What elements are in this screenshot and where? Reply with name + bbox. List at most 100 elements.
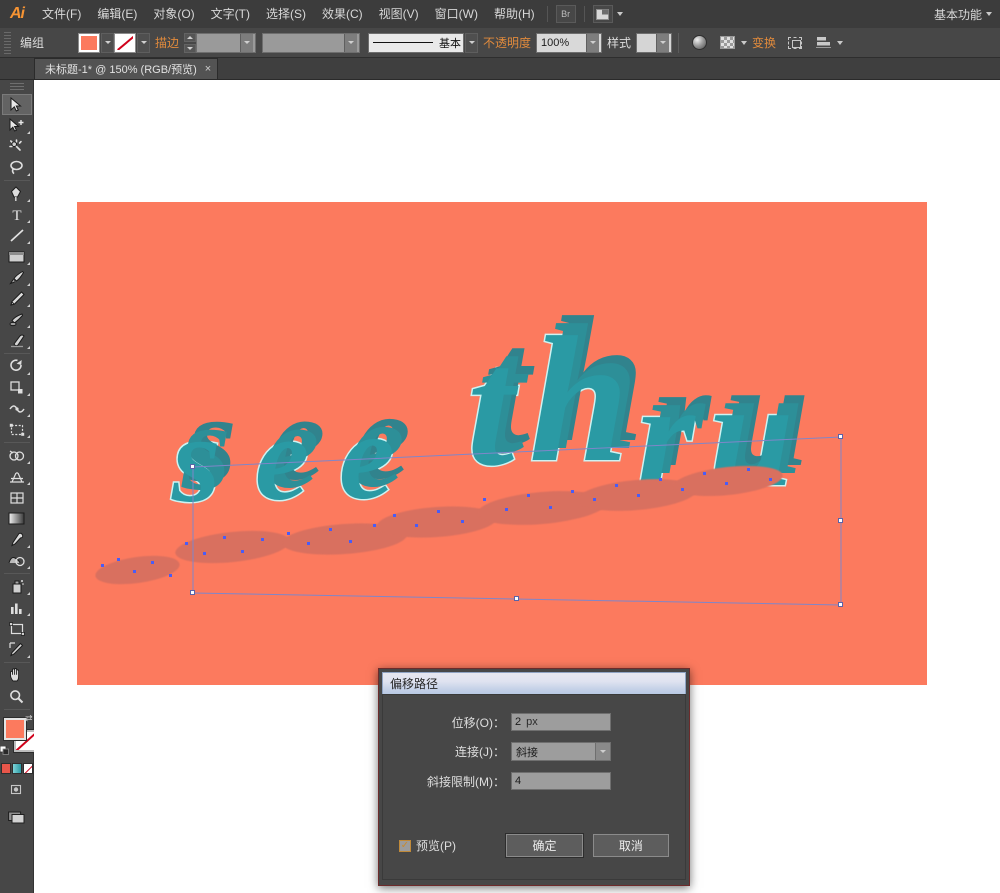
brush-definition-select[interactable]: 基本 (368, 32, 465, 53)
swap-fill-stroke-icon[interactable]: ⇄ (25, 713, 33, 724)
opacity-sphere-icon[interactable] (688, 33, 710, 53)
selection-handle[interactable] (838, 434, 843, 439)
preview-checkbox-box[interactable]: ✓ (399, 839, 411, 852)
toolbar-fill-swatch[interactable] (3, 718, 26, 740)
artboard-tool[interactable] (2, 618, 32, 639)
hand-tool[interactable] (2, 665, 32, 686)
column-graph-tool[interactable] (2, 597, 32, 618)
artwork-see-thru[interactable]: s e e t h r u (77, 202, 927, 685)
menu-file[interactable]: 文件(F) (34, 0, 89, 28)
type-tool[interactable]: T (2, 204, 32, 225)
zoom-tool[interactable] (2, 686, 32, 707)
dialog-title-bar[interactable]: 偏移路径 (382, 672, 686, 694)
join-row: 连接(J)： 斜接 (399, 742, 669, 761)
transform-label[interactable]: 变换 (747, 34, 781, 51)
pencil-tool[interactable] (2, 288, 32, 309)
shape-builder-tool[interactable] (2, 445, 32, 466)
workspace-name: 基本功能 (933, 7, 982, 22)
arrange-documents-caret[interactable] (616, 12, 623, 16)
blob-brush-tool[interactable] (2, 309, 32, 330)
shadow-path[interactable] (93, 551, 182, 589)
bridge-icon[interactable]: Br (555, 5, 576, 23)
stroke-profile-select[interactable] (262, 32, 361, 53)
menu-object[interactable]: 对象(O) (145, 0, 202, 28)
join-caret-icon[interactable] (595, 743, 610, 760)
menu-help[interactable]: 帮助(H) (486, 0, 543, 28)
tools-panel-grip[interactable] (9, 83, 24, 92)
free-transform-tool[interactable] (2, 419, 32, 440)
rotate-tool[interactable] (2, 356, 32, 377)
lasso-tool[interactable] (2, 157, 32, 178)
stroke-weight-input[interactable] (196, 32, 257, 53)
stroke-swatch[interactable] (114, 32, 136, 53)
menu-edit[interactable]: 编辑(E) (89, 0, 145, 28)
opacity-value: 100% (541, 36, 570, 49)
menu-type[interactable]: 文字(T) (203, 0, 258, 28)
paintbrush-tool[interactable] (2, 267, 32, 288)
scale-tool[interactable] (2, 377, 32, 398)
arrange-documents-icon[interactable] (592, 5, 613, 23)
selection-handle[interactable] (838, 602, 843, 607)
slice-tool[interactable] (2, 639, 32, 660)
selection-handle[interactable] (514, 596, 519, 601)
opacity-label[interactable]: 不透明度 (478, 34, 536, 51)
pen-tool[interactable] (2, 183, 32, 204)
line-segment-tool[interactable] (2, 225, 32, 246)
eyedropper-tool[interactable] (2, 529, 32, 550)
close-icon[interactable]: × (205, 63, 211, 75)
fill-swatch[interactable] (78, 32, 100, 53)
mesh-tool[interactable] (2, 487, 32, 508)
document-tab[interactable]: 未标题-1* @ 150% (RGB/预览) × (34, 58, 219, 79)
menu-window[interactable]: 窗口(W) (427, 0, 486, 28)
menu-effect[interactable]: 效果(C) (314, 0, 371, 28)
perspective-grid-tool[interactable] (2, 466, 32, 487)
selection-handle[interactable] (190, 464, 195, 469)
blend-tool[interactable] (2, 550, 32, 571)
align-caret-icon[interactable] (837, 40, 844, 45)
join-select[interactable]: 斜接 (511, 742, 611, 761)
opacity-mask-icon[interactable] (716, 33, 738, 53)
color-mode-gradient-icon[interactable] (11, 763, 22, 774)
gradient-tool[interactable] (2, 508, 32, 529)
color-mode-color-icon[interactable] (0, 763, 11, 774)
fill-stroke-indicator[interactable]: ⇄ (0, 713, 36, 760)
miter-limit-input[interactable]: 4 (511, 772, 611, 790)
eraser-tool[interactable] (2, 330, 32, 351)
preview-checkbox[interactable]: ✓ 预览(P) (399, 837, 496, 854)
brush-dropdown[interactable] (465, 32, 479, 53)
shadow-path[interactable] (173, 526, 292, 568)
style-label[interactable]: 样式 (602, 34, 636, 51)
menu-view[interactable]: 视图(V) (371, 0, 427, 28)
stroke-weight-stepper[interactable] (184, 32, 197, 53)
selection-tool[interactable] (1, 94, 32, 115)
align-objects-icon[interactable] (812, 33, 834, 53)
direct-selection-tool[interactable] (2, 115, 32, 136)
tools-panel: T ⇄ (0, 80, 36, 893)
color-mode-none-icon[interactable] (22, 763, 33, 774)
opacity-input[interactable]: 100% (536, 32, 603, 53)
magic-wand-tool[interactable] (2, 136, 32, 157)
width-tool[interactable] (2, 398, 32, 419)
cancel-button[interactable]: 取消 (592, 834, 669, 857)
selection-handle[interactable] (190, 590, 195, 595)
rectangle-tool[interactable] (2, 246, 32, 267)
ok-button[interactable]: 确定 (506, 834, 583, 857)
control-bar-grip[interactable] (4, 31, 11, 54)
offset-path-dialog[interactable]: 偏移路径 位移(O)： 2 px 连接(J)： 斜接 斜接限制(M)： 4 ✓ … (378, 668, 690, 886)
screen-mode-button[interactable] (2, 806, 32, 828)
workspace-caret-icon[interactable] (986, 12, 992, 16)
stroke-weight-label[interactable]: 描边 (150, 34, 184, 51)
selection-handle[interactable] (838, 518, 843, 523)
isolate-object-icon[interactable] (784, 33, 806, 53)
stroke-swatch-dropdown[interactable] (137, 32, 150, 53)
symbol-sprayer-tool[interactable] (2, 576, 32, 597)
workspace-switcher[interactable]: 基本功能 (934, 6, 1000, 23)
offset-input[interactable]: 2 px (511, 713, 611, 731)
menu-select[interactable]: 选择(S) (258, 0, 314, 28)
fill-swatch-dropdown[interactable] (101, 32, 114, 53)
drawing-mode-button[interactable] (2, 779, 32, 801)
offset-label: 位移(O)： (451, 715, 505, 730)
graphic-style-select[interactable] (636, 32, 673, 53)
default-fill-stroke-icon[interactable] (0, 744, 9, 758)
artboard[interactable]: s e e t h r u (77, 202, 927, 685)
